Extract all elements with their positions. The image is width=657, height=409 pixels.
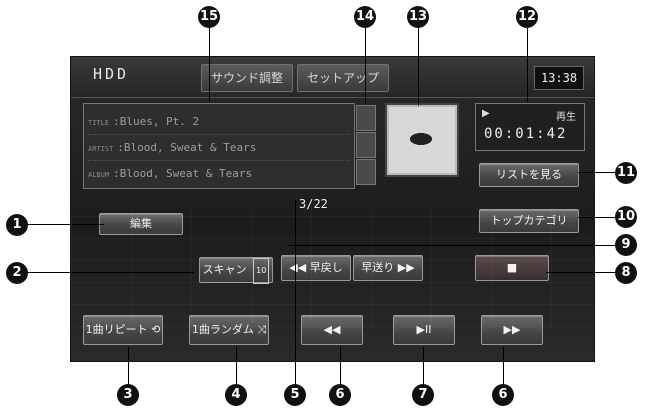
stop-button[interactable]: ■: [475, 255, 549, 281]
album-cover: [387, 105, 457, 175]
edit-button[interactable]: 編集: [99, 213, 183, 235]
tab-setup[interactable]: セットアップ: [297, 64, 389, 92]
top-bar: HDD サウンド調整 セットアップ 13:38: [71, 57, 594, 98]
callout-6a: 6: [329, 384, 351, 406]
play-pause-button[interactable]: ▶II: [393, 315, 455, 345]
scan-button[interactable]: スキャン 10: [199, 257, 273, 284]
callout-3: 3: [117, 384, 139, 406]
fast-forward-button[interactable]: 早送り ▶▶: [353, 255, 423, 281]
callout-2: 2: [6, 262, 28, 284]
list-view-button[interactable]: リストを見る: [479, 163, 579, 187]
track-count: 3/22: [299, 197, 328, 211]
title-value: :Blues, Pt. 2: [113, 115, 200, 128]
callout-line-6b: [503, 347, 504, 385]
callout-9: 9: [615, 234, 637, 256]
artist-row: ARTIST:Blood, Sweat & Tears: [88, 136, 350, 161]
clock: 13:38: [534, 66, 584, 90]
callout-line-1: [24, 224, 104, 225]
callout-line-14: [365, 28, 366, 104]
track-info-box: TITLE:Blues, Pt. 2 ARTIST:Blood, Sweat &…: [83, 103, 355, 189]
title-row: TITLE:Blues, Pt. 2: [88, 110, 350, 135]
callout-12: 12: [516, 6, 538, 28]
callout-13: 13: [407, 6, 429, 28]
callout-line-10: [578, 217, 618, 218]
callout-line-3: [128, 347, 129, 385]
repeat-button[interactable]: 1曲リピート ⟲: [83, 315, 163, 345]
artist-value: :Blood, Sweat & Tears: [117, 141, 257, 154]
callout-11: 11: [615, 162, 637, 184]
repeat-icon: ⟲: [151, 323, 161, 336]
callout-line-4: [236, 347, 237, 385]
callout-8: 8: [615, 262, 637, 284]
title-key: TITLE: [88, 119, 110, 127]
repeat-label: 1曲リピート: [85, 323, 148, 336]
shuffle-icon: ⤨: [257, 323, 267, 336]
side-button-title[interactable]: [356, 105, 376, 131]
playback-state: 再生: [556, 112, 576, 123]
random-button[interactable]: 1曲ランダム ⤨: [189, 315, 269, 345]
elapsed-time: 00:01:42: [484, 126, 568, 142]
callout-15: 15: [198, 6, 220, 28]
scan-label: スキャン: [202, 263, 247, 276]
callout-7: 7: [412, 384, 434, 406]
play-icon: ▶: [482, 108, 490, 119]
tab-sound-settings[interactable]: サウンド調整: [201, 64, 293, 92]
album-art-icon: [399, 127, 443, 151]
scan-badge: 10: [253, 258, 270, 284]
playback-status: ▶ 再生 00:01:42: [475, 103, 585, 151]
album-key: ALBUM: [88, 171, 110, 179]
callout-14: 14: [354, 6, 376, 28]
callout-line-5: [295, 200, 296, 386]
album-value: :Blood, Sweat & Tears: [113, 167, 253, 180]
artist-key: ARTIST: [88, 145, 114, 153]
callout-10: 10: [615, 206, 637, 228]
callout-line-11: [578, 172, 618, 173]
callout-4: 4: [225, 384, 247, 406]
random-label: 1曲ランダム: [191, 323, 254, 336]
top-category-button[interactable]: トップカテゴリ: [479, 209, 579, 233]
callout-line-6a: [340, 347, 341, 385]
callout-line-8: [546, 272, 618, 273]
callout-line-13: [418, 28, 419, 106]
previous-track-button[interactable]: ◀◀: [301, 315, 363, 345]
callout-line-7: [423, 347, 424, 385]
next-track-button[interactable]: ▶▶: [481, 315, 543, 345]
callout-6b: 6: [492, 384, 514, 406]
rewind-button[interactable]: ◀◀ 早戻し: [281, 255, 351, 281]
callout-1: 1: [6, 214, 28, 236]
callout-line-9: [288, 245, 618, 246]
callout-line-2: [24, 272, 194, 273]
callout-5: 5: [284, 384, 306, 406]
callout-line-15: [209, 28, 210, 102]
album-row: ALBUM:Blood, Sweat & Tears: [88, 162, 350, 186]
callout-line-12: [527, 28, 528, 102]
side-button-artist[interactable]: [356, 132, 376, 158]
source-label: HDD: [93, 65, 130, 83]
player-screen: HDD サウンド調整 セットアップ 13:38 TITLE:Blues, Pt.…: [70, 56, 595, 362]
side-button-album[interactable]: [356, 159, 376, 185]
